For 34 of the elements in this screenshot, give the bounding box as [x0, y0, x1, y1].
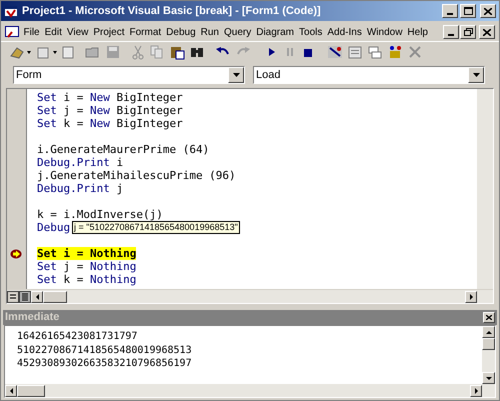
menu-item[interactable]: Tools — [296, 24, 325, 40]
code-line: Debug.Print j — [37, 182, 124, 195]
code-line: j.GenerateMihailescuPrime (96) — [37, 169, 236, 182]
current-code-line: Set i = Nothing — [37, 247, 136, 260]
menu-item[interactable]: Project — [90, 24, 127, 40]
code-line: Set k = New BigInteger — [37, 117, 183, 130]
menu-item[interactable]: Format — [126, 24, 164, 40]
menu-item[interactable]: Diagram — [254, 24, 297, 40]
code-line: i.GenerateMaurerPrime (64) — [37, 143, 210, 156]
procedure-dropdown[interactable]: Load — [253, 66, 485, 84]
menu-item[interactable]: Run — [198, 24, 222, 40]
window-title: Project1 - Microsoft Visual Basic [break] - [Form1 (Code)] — [22, 4, 322, 19]
code-line: Set j = Nothing — [37, 260, 136, 273]
object-dropdown[interactable]: Form — [13, 66, 245, 84]
value-tooltip: j = "51022708671418565480019968513" — [72, 221, 240, 234]
output-line: 16426165423081731797 — [17, 330, 138, 344]
panel-title: Immediate — [5, 310, 60, 326]
code-line: Set k = Nothing — [37, 273, 136, 286]
menu-item[interactable]: Help — [404, 24, 430, 40]
menu-item[interactable]: Edit — [42, 24, 64, 40]
code-line: Debug.Print i — [37, 156, 124, 169]
immediate-window[interactable]: 16426165423081731797 51022708671418565480019968513 45293089302663583210796856197 — [5, 326, 482, 384]
output-line: 51022708671418565480019968513 — [17, 344, 192, 357]
menu-item[interactable]: Add-Ins — [324, 24, 364, 40]
output-line: 45293089302663583210796856197 — [17, 357, 192, 370]
menu-item[interactable]: Debug — [164, 24, 198, 40]
code-line: Debug — [37, 221, 70, 234]
code-line: Set j = New BigInteger — [37, 104, 183, 117]
code-line: k = i.ModInverse(j) — [37, 208, 163, 221]
menu-item[interactable]: File — [21, 24, 42, 40]
menu-item[interactable]: Window — [364, 24, 405, 40]
code-line: Set i = New BigInteger — [37, 91, 183, 104]
menu-item[interactable]: Query — [221, 24, 254, 40]
menu-item[interactable]: View — [64, 24, 91, 40]
